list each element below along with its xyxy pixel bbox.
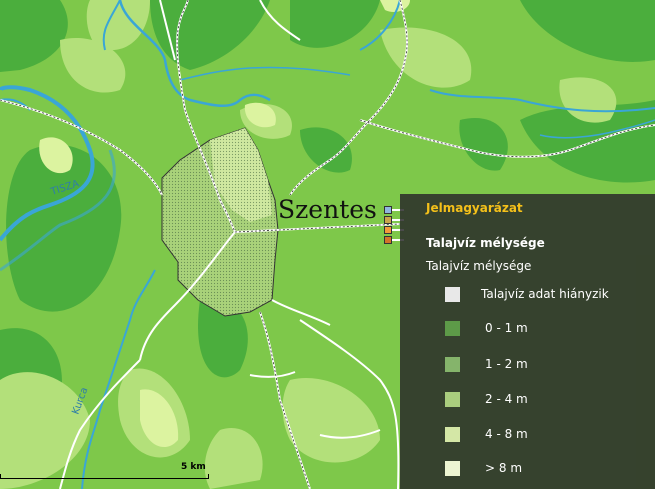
scale-line	[0, 474, 209, 479]
layer-icon	[384, 216, 392, 224]
legend-item-label: 1 - 2 m	[485, 357, 528, 371]
legend-panel: Jelmagyarázat Talajvíz mélysége Talajvíz…	[400, 194, 655, 489]
scale-label: 5 km	[181, 462, 206, 472]
legend-item-label: 4 - 8 m	[485, 427, 528, 441]
city-label: Szentes	[278, 195, 377, 224]
legend-item-label: Talajvíz adat hiányzik	[481, 287, 609, 301]
scale-bar: 5 km	[0, 462, 209, 489]
legend-swatch	[445, 357, 460, 372]
layer-icon	[384, 226, 392, 234]
legend-swatch	[445, 287, 460, 302]
legend-swatch	[445, 392, 460, 407]
legend-item-label: > 8 m	[485, 461, 523, 475]
legend-title[interactable]: Jelmagyarázat	[426, 201, 523, 215]
layer-icon	[384, 236, 392, 244]
legend-layer-title: Talajvíz mélysége	[426, 236, 545, 250]
legend-swatch	[445, 461, 460, 476]
legend-swatch	[445, 427, 460, 442]
legend-item-label: 0 - 1 m	[485, 321, 528, 335]
legend-item-label: 2 - 4 m	[485, 392, 528, 406]
legend-swatch	[445, 321, 460, 336]
legend-subtitle: Talajvíz mélysége	[426, 259, 532, 273]
layer-icon	[384, 206, 392, 214]
